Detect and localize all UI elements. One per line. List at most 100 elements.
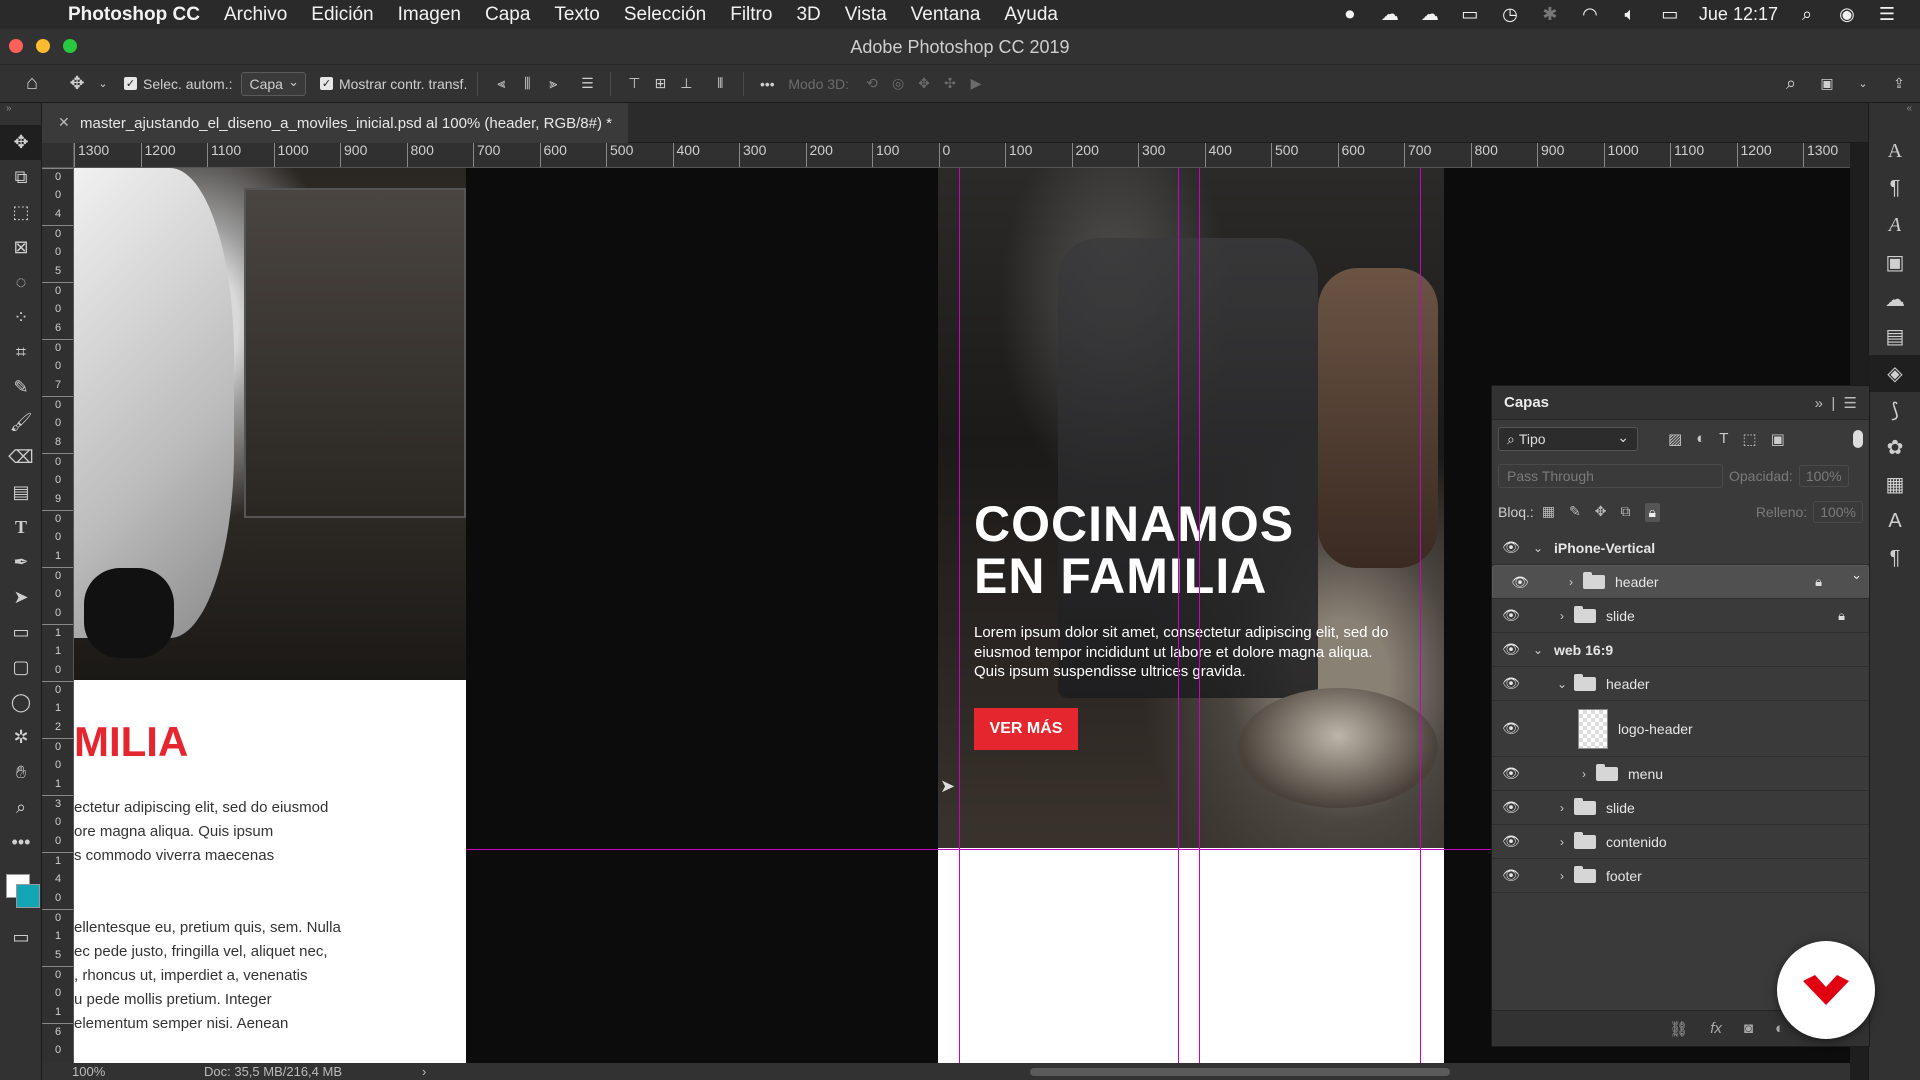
record-icon[interactable]: ⏺ — [1339, 4, 1361, 24]
search-icon[interactable]: ⌕ — [1778, 69, 1804, 99]
swatches-panel-icon[interactable]: ✿ — [1869, 429, 1920, 466]
menu-edicion[interactable]: Edición — [299, 4, 385, 26]
show-transform-checkbox[interactable]: ✓ Mostrar contr. transf. — [319, 76, 467, 92]
wifi-icon[interactable]: ◠ — [1579, 4, 1601, 24]
eraser-tool-icon[interactable]: ⌫ — [0, 440, 42, 475]
chevron-right-icon[interactable]: › — [1554, 835, 1570, 849]
vertical-ruler[interactable]: 0 0 4 0 0 5 0 0 6 0 0 7 0 0 8 0 0 9 0 0 1 0 0 0 1 1 0 0 1 2 0 0 1 3 0 0 1 4 0 0… — [42, 168, 74, 1063]
align-bottom-icon[interactable]: ⊥ — [673, 69, 699, 99]
document-tab[interactable]: ✕ master_ajustando_el_diseno_a_moviles_i… — [42, 103, 628, 143]
distribute-v-icon[interactable]: ⫴ — [707, 69, 733, 99]
guide-horizontal[interactable] — [466, 849, 1586, 850]
visibility-eye-icon[interactable]: 👁︎ — [1501, 574, 1539, 591]
para-styles-panel-icon[interactable]: ¶ — [1869, 540, 1920, 577]
fill-input[interactable]: 100% — [1813, 501, 1863, 523]
align-left-icon[interactable]: ⫷ — [488, 69, 514, 99]
glyphs-panel-icon[interactable]: A — [1869, 207, 1920, 244]
chevron-right-icon[interactable]: › — [1554, 869, 1570, 883]
menu-archivo[interactable]: Archivo — [212, 4, 299, 26]
char-styles-panel-icon[interactable]: A — [1869, 503, 1920, 540]
panel-menu-icon[interactable]: » | ☰ — [1815, 394, 1869, 412]
share-icon[interactable]: ⇪ — [1886, 69, 1912, 99]
chevron-down-icon[interactable]: ⌄ — [1530, 541, 1546, 555]
brush-tool-icon[interactable]: 🖌︎ — [0, 405, 42, 440]
move-tool-icon[interactable]: ✥ — [0, 125, 42, 160]
menu-texto[interactable]: Texto — [542, 4, 611, 26]
filter-adjustment-icon[interactable]: ◐ — [1696, 430, 1705, 448]
3d-camera-icon[interactable]: ▶ — [963, 69, 989, 99]
notification-center-icon[interactable]: ☰ — [1876, 4, 1898, 24]
siri-icon[interactable]: ◉ — [1836, 4, 1858, 24]
guide-vertical[interactable] — [1199, 168, 1200, 1063]
zoom-level[interactable]: 100% — [72, 1064, 182, 1079]
bluetooth-icon[interactable]: ✱ — [1539, 4, 1561, 24]
layer-row-iphone-slide[interactable]: 👁︎ › slide 🔒︎ — [1492, 599, 1869, 633]
screen-mode-icon[interactable]: ▭ — [0, 920, 42, 955]
layer-row-footer[interactable]: 👁︎ › footer — [1492, 859, 1869, 893]
menu-ayuda[interactable]: Ayuda — [992, 4, 1070, 26]
layer-row-iphone-header[interactable]: 👁︎ › header 🔒︎ — [1492, 565, 1869, 599]
visibility-eye-icon[interactable]: 👁︎ — [1492, 641, 1530, 658]
visibility-eye-icon[interactable]: 👁︎ — [1492, 765, 1530, 782]
marquee-tool-icon[interactable]: ⬚ — [0, 195, 42, 230]
filter-shape-icon[interactable]: ⬚ — [1742, 430, 1756, 448]
battery-icon[interactable]: ▭ — [1659, 4, 1681, 24]
zoom-tool-icon[interactable]: ⌕ — [0, 790, 42, 825]
distribute-h-icon[interactable]: ☰ — [574, 69, 600, 99]
blend-mode-dropdown[interactable]: Pass Through — [1498, 464, 1723, 488]
more-options-icon[interactable]: ••• — [754, 69, 780, 99]
move-tool-preset-icon[interactable]: ✥ — [64, 69, 90, 99]
menu-vista[interactable]: Vista — [833, 4, 899, 26]
paths-panel-icon[interactable]: ⟆ — [1869, 392, 1920, 429]
adjustment-layer-icon[interactable]: ◐ — [1775, 1020, 1784, 1037]
link-layers-icon[interactable]: ⛓︎ — [1669, 1020, 1688, 1038]
add-mask-icon[interactable]: ◙ — [1744, 1020, 1753, 1037]
align-center-h-icon[interactable]: ⫼ — [514, 69, 540, 99]
chevron-right-icon[interactable]: › — [1563, 575, 1579, 589]
artboard-iphone[interactable]: COCINAMOS EN FAMILIA Lorem ipsum dolor s… — [938, 168, 1444, 1063]
chevron-down-icon[interactable]: ⌄ — [90, 69, 116, 99]
horizontal-scrollbar[interactable] — [1030, 1068, 1450, 1076]
3d-pan-icon[interactable]: ✥ — [911, 69, 937, 99]
layer-row-logo-header[interactable]: 👁︎ logo-header — [1492, 701, 1869, 757]
menu-capa[interactable]: Capa — [473, 4, 542, 26]
menu-seleccion[interactable]: Selección — [612, 4, 718, 26]
visibility-eye-icon[interactable]: 👁︎ — [1492, 833, 1530, 850]
opacity-input[interactable]: 100% — [1798, 465, 1849, 487]
chevron-down-icon[interactable]: ⌄ — [1554, 677, 1570, 691]
volume-icon[interactable]: 🔈︎ — [1619, 4, 1641, 24]
paragraph-panel-icon[interactable]: ¶ — [1869, 170, 1920, 207]
grid-panel-icon[interactable]: ▦ — [1869, 466, 1920, 503]
collapse-dock-icon[interactable]: « — [1869, 103, 1920, 133]
chevron-down-icon[interactable]: ⌄ — [1850, 69, 1876, 99]
lock-all-icon[interactable]: 🔒︎ — [1644, 502, 1660, 522]
time-machine-icon[interactable]: ◷ — [1499, 4, 1521, 24]
guide-vertical[interactable] — [959, 168, 960, 1063]
layer-row-web-header[interactable]: 👁︎ ⌄ header — [1492, 667, 1869, 701]
layer-row-contenido[interactable]: 👁︎ › contenido — [1492, 825, 1869, 859]
layer-row-artboard-web[interactable]: 👁︎ ⌄ web 16:9 — [1492, 633, 1869, 667]
type-tool-icon[interactable]: T — [0, 510, 42, 545]
character-panel-icon[interactable]: A — [1869, 133, 1920, 170]
lock-pixels-icon[interactable]: ✎ — [1569, 503, 1581, 522]
hand-tool-icon[interactable]: ✋︎ — [0, 755, 42, 790]
spotlight-search-icon[interactable]: ⌕ — [1796, 4, 1818, 24]
visibility-eye-icon[interactable]: 👁︎ — [1492, 539, 1530, 556]
filter-pixel-icon[interactable]: ▨ — [1668, 430, 1682, 448]
rectangle-tool-icon[interactable]: ▭ — [0, 615, 42, 650]
align-top-icon[interactable]: ⊤ — [621, 69, 647, 99]
layer-style-icon[interactable]: fx — [1710, 1020, 1722, 1037]
cloud-panel-icon[interactable]: ☁ — [1869, 281, 1920, 318]
creative-cloud-icon[interactable]: ☁ — [1379, 4, 1401, 24]
frame-tool-icon[interactable]: ⊠ — [0, 230, 42, 265]
artboard-tool-icon[interactable]: ⧉ — [0, 160, 42, 195]
layers-panel-title[interactable]: Capas — [1504, 394, 1549, 411]
rounded-rect-tool-icon[interactable]: ▢ — [0, 650, 42, 685]
menubar-clock[interactable]: Jue 12:17 — [1699, 4, 1778, 25]
visibility-eye-icon[interactable]: 👁︎ — [1492, 675, 1530, 692]
lock-transparency-icon[interactable]: ▦ — [1542, 503, 1555, 522]
layer-row-artboard-iphone[interactable]: 👁︎ ⌄ iPhone-Vertical — [1492, 531, 1869, 565]
cloud-icon[interactable]: ☁ — [1419, 4, 1441, 24]
quick-select-tool-icon[interactable]: ⁘ — [0, 300, 42, 335]
path-select-tool-icon[interactable]: ➤ — [0, 580, 42, 615]
